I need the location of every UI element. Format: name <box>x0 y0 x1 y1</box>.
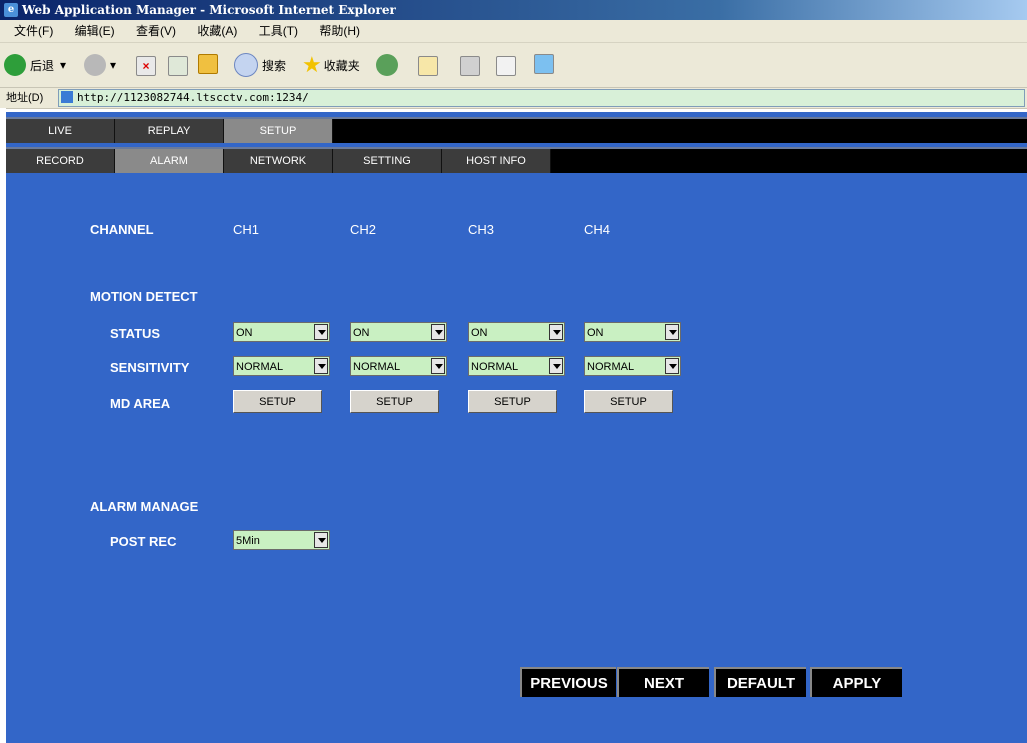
sensitivity-value: NORMAL <box>471 361 519 373</box>
back-label: 后退 <box>30 58 55 73</box>
sensitivity-select-ch2[interactable]: NORMAL <box>350 356 447 376</box>
chevron-down-icon <box>431 358 445 374</box>
channel-ch4: CH4 <box>584 222 611 237</box>
menu-edit[interactable]: 编辑(E) <box>75 24 115 38</box>
search-button[interactable]: 搜索 <box>234 51 286 79</box>
status-value: ON <box>587 327 604 339</box>
alarm-manage-heading: ALARM MANAGE <box>90 499 199 514</box>
status-select-ch2[interactable]: ON <box>350 322 447 342</box>
status-select-ch4[interactable]: ON <box>584 322 681 342</box>
stop-icon[interactable]: × <box>136 56 156 76</box>
status-select-ch3[interactable]: ON <box>468 322 565 342</box>
back-dropdown-icon[interactable]: ▾ <box>60 58 66 72</box>
channel-ch3: CH3 <box>468 222 495 237</box>
star-icon: ★ <box>302 52 322 77</box>
edit-icon[interactable] <box>496 56 516 76</box>
post-rec-select[interactable]: 5Min <box>233 530 330 550</box>
chevron-down-icon <box>314 358 328 374</box>
next-button[interactable]: NEXT <box>617 667 709 697</box>
sensitivity-label: SENSITIVITY <box>110 360 190 375</box>
menu-view[interactable]: 查看(V) <box>136 24 176 38</box>
tab-setup[interactable]: SETUP <box>224 119 333 143</box>
md-area-setup-button-ch3[interactable]: SETUP <box>468 390 557 413</box>
status-value: ON <box>353 327 370 339</box>
window-title: Web Application Manager - Microsoft Inte… <box>22 3 396 17</box>
tab-replay[interactable]: REPLAY <box>115 119 224 143</box>
chevron-down-icon <box>314 532 328 548</box>
status-value: ON <box>236 327 253 339</box>
address-url: http://1123082744.ltscctv.com:1234/ <box>77 91 309 104</box>
menu-tools[interactable]: 工具(T) <box>259 24 298 38</box>
print-icon[interactable] <box>460 56 480 76</box>
sensitivity-value: NORMAL <box>587 361 635 373</box>
menu-favorites[interactable]: 收藏(A) <box>197 24 237 38</box>
history-icon[interactable] <box>376 54 398 76</box>
browser-toolbar: 后退 ▾ ▾ × 搜索 ★ 收藏夹 <box>0 43 1027 88</box>
motion-detect-heading: MOTION DETECT <box>90 289 198 304</box>
sensitivity-value: NORMAL <box>236 361 284 373</box>
favorites-label: 收藏夹 <box>323 58 360 73</box>
chevron-down-icon <box>549 324 563 340</box>
chevron-down-icon <box>549 358 563 374</box>
md-area-setup-button-ch4[interactable]: SETUP <box>584 390 673 413</box>
tab-live[interactable]: LIVE <box>6 119 115 143</box>
address-bar: 地址(D) http://1123082744.ltscctv.com:1234… <box>0 88 1027 109</box>
sub-nav: RECORD ALARM NETWORK SETTING HOST INFO <box>6 147 1027 173</box>
forward-arrow-icon <box>84 54 106 76</box>
channel-ch2: CH2 <box>350 222 377 237</box>
menu-help[interactable]: 帮助(H) <box>319 24 360 38</box>
menu-file[interactable]: 文件(F) <box>14 24 53 38</box>
back-arrow-icon <box>4 54 26 76</box>
favorites-button[interactable]: ★ 收藏夹 <box>302 51 360 79</box>
search-label: 搜索 <box>262 58 287 73</box>
refresh-icon[interactable] <box>168 56 188 76</box>
channel-label: CHANNEL <box>90 222 154 237</box>
search-icon <box>234 53 258 77</box>
forward-button[interactable]: ▾ <box>84 51 116 79</box>
setup-app: LIVE REPLAY SETUP RECORD ALARM NETWORK S… <box>6 112 1027 743</box>
channel-ch1: CH1 <box>233 222 260 237</box>
tab-alarm[interactable]: ALARM <box>115 149 224 173</box>
address-field[interactable]: http://1123082744.ltscctv.com:1234/ <box>58 89 1025 107</box>
apply-button[interactable]: APPLY <box>810 667 902 697</box>
tab-setting[interactable]: SETTING <box>333 149 442 173</box>
status-label: STATUS <box>110 326 161 341</box>
main-nav: LIVE REPLAY SETUP <box>6 117 1027 143</box>
chevron-down-icon <box>431 324 445 340</box>
sensitivity-select-ch4[interactable]: NORMAL <box>584 356 681 376</box>
previous-button[interactable]: PREVIOUS <box>520 667 616 697</box>
tab-network[interactable]: NETWORK <box>224 149 333 173</box>
home-icon[interactable] <box>198 54 218 74</box>
address-label: 地址(D) <box>6 92 44 104</box>
sensitivity-value: NORMAL <box>353 361 401 373</box>
menu-bar: 文件(F) 编辑(E) 查看(V) 收藏(A) 工具(T) 帮助(H) <box>0 20 1027 43</box>
md-area-setup-button-ch1[interactable]: SETUP <box>233 390 322 413</box>
md-area-setup-button-ch2[interactable]: SETUP <box>350 390 439 413</box>
chevron-down-icon <box>665 358 679 374</box>
md-area-label: MD AREA <box>110 396 171 411</box>
tab-host-info[interactable]: HOST INFO <box>442 149 551 173</box>
post-rec-value: 5Min <box>236 535 260 547</box>
post-rec-label: POST REC <box>110 534 177 549</box>
mail-icon[interactable] <box>418 56 438 76</box>
messenger-icon[interactable] <box>534 54 554 74</box>
sensitivity-select-ch3[interactable]: NORMAL <box>468 356 565 376</box>
chevron-down-icon <box>314 324 328 340</box>
back-button[interactable]: 后退 ▾ <box>4 51 66 79</box>
page-icon <box>61 91 73 103</box>
ie-icon: e <box>4 3 18 17</box>
forward-dropdown-icon[interactable]: ▾ <box>110 58 116 72</box>
window-titlebar: e Web Application Manager - Microsoft In… <box>0 0 1027 20</box>
status-select-ch1[interactable]: ON <box>233 322 330 342</box>
default-button[interactable]: DEFAULT <box>714 667 806 697</box>
tab-record[interactable]: RECORD <box>6 149 115 173</box>
sensitivity-select-ch1[interactable]: NORMAL <box>233 356 330 376</box>
chevron-down-icon <box>665 324 679 340</box>
status-value: ON <box>471 327 488 339</box>
